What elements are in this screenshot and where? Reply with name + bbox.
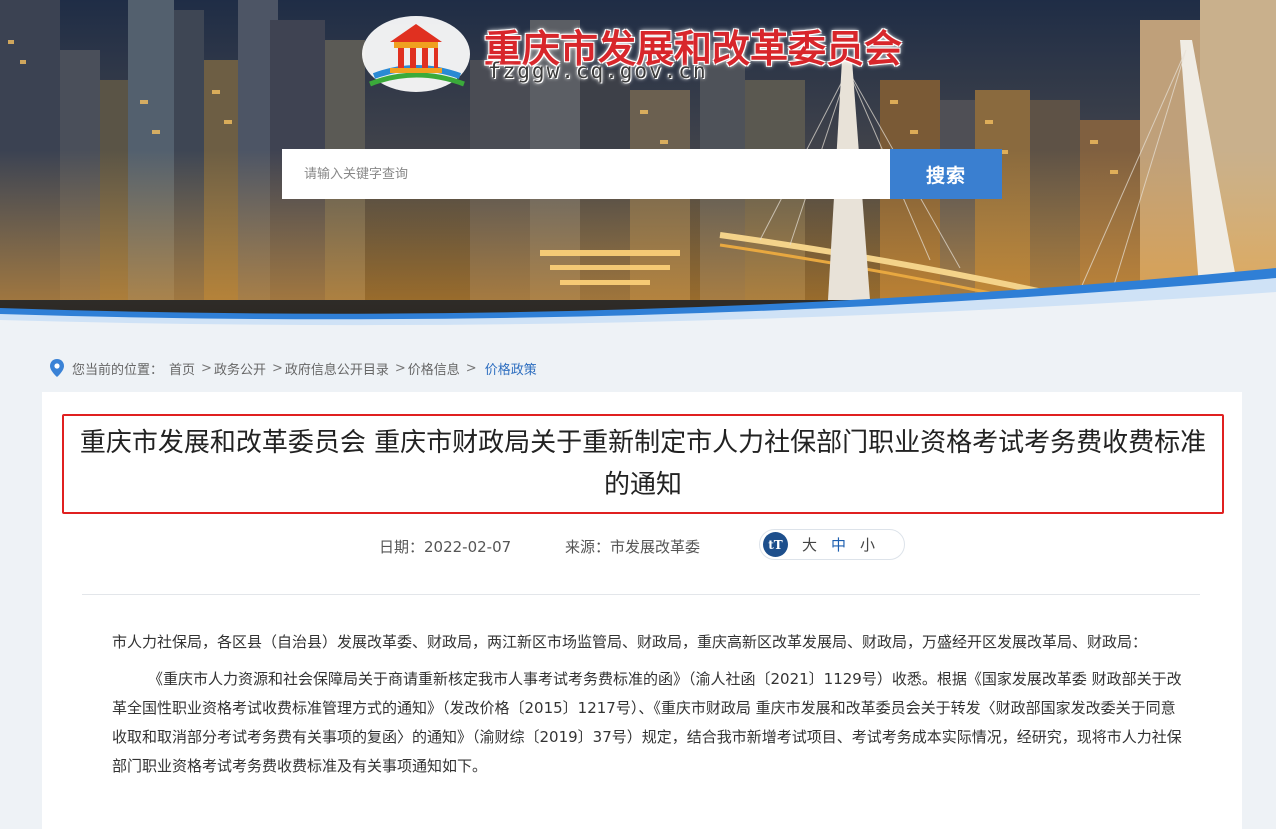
font-size-large-button[interactable]: 大 (802, 534, 817, 555)
header-banner: 重庆市发展和改革委员会 fzggw.cq.gov.cn 搜索 (0, 0, 1276, 330)
banner-wave-divider (0, 268, 1276, 330)
font-size-medium-button[interactable]: 中 (831, 534, 846, 555)
breadcrumb-item[interactable]: 价格信息 (408, 359, 460, 378)
meta-divider (82, 594, 1200, 595)
site-domain: fzggw.cq.gov.cn (488, 59, 708, 83)
article-title: 重庆市发展和改革委员会 重庆市财政局关于重新制定市人力社保部门职业资格考试考务费… (79, 428, 1207, 500)
breadcrumb-separator: > (271, 360, 283, 376)
search-input[interactable] (282, 149, 890, 199)
article-body: 市人力社保局，各区县（自治县）发展改革委、财政局，两江新区市场监管局、财政局，重… (112, 628, 1182, 789)
article-paragraph: 《重庆市人力资源和社会保障局关于商请重新核定我市人事考试考务费标准的函》（渝人社… (112, 670, 1182, 775)
article-card: 重庆市发展和改革委员会 重庆市财政局关于重新制定市人力社保部门职业资格考试考务费… (42, 392, 1242, 829)
breadcrumb-current[interactable]: 价格政策 (485, 359, 537, 378)
breadcrumb-item[interactable]: 政务公开 (214, 359, 266, 378)
article-date: 日期：2022-02-07 (379, 538, 512, 556)
government-emblem-icon (362, 16, 470, 92)
breadcrumb-separator: > (201, 360, 212, 376)
article-title-box: 重庆市发展和改革委员会 重庆市财政局关于重新制定市人力社保部门职业资格考试考务费… (62, 414, 1224, 514)
article-meta: 日期：2022-02-07 来源：市发展改革委 tT 大 中 小 (42, 528, 1242, 560)
font-size-small-button[interactable]: 小 (860, 534, 875, 555)
search-bar: 搜索 (282, 149, 1002, 199)
article-paragraph: 市人力社保局，各区县（自治县）发展改革委、财政局，两江新区市场监管局、财政局，重… (112, 633, 1148, 651)
breadcrumb-item[interactable]: 政府信息公开目录 (285, 359, 389, 378)
search-button[interactable]: 搜索 (890, 149, 1002, 199)
breadcrumb: 您当前的位置： 首页 > 政务公开 > 政府信息公开目录 > 价格信息 > 价格… (50, 358, 543, 378)
article-source: 来源：市发展改革委 (565, 538, 701, 556)
breadcrumb-home[interactable]: 首页 (169, 359, 195, 378)
breadcrumb-separator: > (465, 360, 477, 376)
site-logo[interactable]: 重庆市发展和改革委员会 fzggw.cq.gov.cn (360, 4, 940, 94)
font-size-icon: tT (763, 532, 788, 557)
breadcrumb-separator: > (394, 360, 406, 376)
font-size-switcher: tT 大 中 小 (759, 529, 905, 560)
location-pin-icon (50, 359, 64, 377)
breadcrumb-prefix: 您当前的位置： (72, 362, 164, 378)
